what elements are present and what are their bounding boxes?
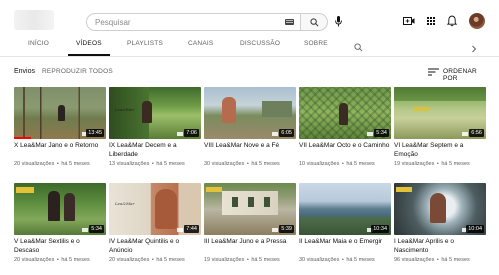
bell-icon	[446, 15, 458, 27]
video-meta: 20 visualizações • há 5 meses	[14, 161, 90, 167]
video-duration: 13:45	[86, 129, 104, 137]
video-meta: 20 visualizações • há 5 meses	[109, 257, 185, 263]
video-title[interactable]: X Lea&Mar Jano e o Retorno	[14, 142, 106, 159]
video-card[interactable]: 10:04 I Lea&Mar Aprilis e o Nascimento 9…	[394, 183, 486, 263]
captions-badge	[272, 228, 278, 232]
captions-badge	[82, 228, 88, 232]
account-avatar[interactable]	[469, 13, 485, 29]
video-card[interactable]: Lea&Mar 7:06 IX Lea&Mar Decem e a Liberd…	[109, 87, 201, 167]
tab-canais[interactable]: CANAIS	[188, 40, 213, 47]
tab-sobre[interactable]: SOBRE	[304, 40, 328, 47]
voice-search-button[interactable]	[331, 14, 347, 30]
video-duration: 7:44	[184, 225, 199, 233]
video-card[interactable]: 5:34 V Lea&Mar Sextilis e o Descaso 20 v…	[14, 183, 106, 263]
video-duration: 10:34	[371, 225, 389, 233]
apps-button[interactable]	[424, 14, 438, 28]
masthead	[0, 0, 499, 38]
search-box[interactable]	[86, 13, 300, 31]
video-title[interactable]: VIII Lea&Mar Nove e a Fé	[204, 142, 296, 159]
video-title[interactable]: IX Lea&Mar Decem e a Liberdade	[109, 142, 201, 159]
logo[interactable]	[14, 10, 54, 30]
sort-label: ORDENAR POR	[443, 68, 477, 82]
video-card[interactable]: 5:34 VII Lea&Mar Octo e o Caminho 10 vis…	[299, 87, 391, 167]
captions-badge	[177, 228, 183, 232]
apps-grid-icon	[427, 17, 435, 25]
captions-badge	[272, 132, 278, 136]
video-card[interactable]: 10:34 II Lea&Mar Maia e o Emergir 30 vis…	[299, 183, 391, 263]
tab-discussao[interactable]: DISCUSSÃO	[240, 40, 280, 47]
video-title[interactable]: III Lea&Mar Juno e a Pressa	[204, 238, 296, 255]
create-video-icon	[403, 17, 415, 25]
search-button[interactable]	[300, 13, 328, 31]
create-video-button[interactable]	[402, 14, 416, 28]
play-all-button[interactable]: REPRODUZIR TODOS	[42, 68, 113, 75]
captions-badge	[462, 132, 468, 136]
video-title[interactable]: I Lea&Mar Aprilis e o Nascimento	[394, 238, 486, 255]
notifications-button[interactable]	[445, 14, 459, 28]
video-meta: 30 visualizações • há 5 meses	[204, 161, 280, 167]
video-meta: 10 visualizações • há 5 meses	[299, 161, 375, 167]
video-thumbnail[interactable]: Lea&Mar 7:44	[109, 183, 201, 235]
video-thumbnail[interactable]: Lea&Mar 7:06	[109, 87, 201, 139]
video-thumbnail[interactable]: 5:34	[14, 183, 106, 235]
section-title: Envios	[14, 68, 36, 75]
video-thumbnail[interactable]: 5:34	[299, 87, 391, 139]
video-duration: 10:04	[466, 225, 484, 233]
video-meta: 13 visualizações • há 5 meses	[109, 161, 185, 167]
video-title[interactable]: V Lea&Mar Sextilis e o Descaso	[14, 238, 106, 255]
video-card[interactable]: 5:39 III Lea&Mar Juno e a Pressa 19 visu…	[204, 183, 296, 263]
video-meta: 20 visualizações • há 5 meses	[14, 257, 90, 263]
video-title[interactable]: IV Lea&Mar Quintilis e o Anúncio	[109, 238, 201, 255]
video-thumbnail[interactable]: 10:34	[299, 183, 391, 235]
video-thumbnail[interactable]: 13:45	[14, 87, 106, 139]
sort-button[interactable]: ORDENAR POR	[428, 66, 490, 82]
captions-badge	[177, 132, 183, 136]
sort-icon	[428, 68, 439, 76]
watch-progress-bar	[14, 137, 31, 139]
tabs-divider	[0, 56, 499, 57]
video-title[interactable]: VI Lea&Mar Septem e a Emoção	[394, 142, 486, 159]
video-title[interactable]: II Lea&Mar Maia e o Emergir	[299, 238, 391, 255]
video-card[interactable]: 6:05 VIII Lea&Mar Nove e a Fé 30 visuali…	[204, 87, 296, 167]
tab-search-icon	[354, 43, 363, 52]
video-duration: 7:06	[184, 129, 199, 137]
video-meta: 96 visualizações • há 5 meses	[394, 257, 470, 263]
chevron-right-icon	[472, 45, 477, 53]
mic-icon	[335, 16, 342, 27]
video-duration: 6:05	[279, 129, 294, 137]
channel-tabs: INÍCIO VÍDEOS PLAYLISTS CANAIS DISCUSSÃO…	[0, 36, 499, 56]
tab-playlists[interactable]: PLAYLISTS	[127, 40, 163, 47]
video-thumbnail[interactable]: 5:39	[204, 183, 296, 235]
captions-badge	[367, 132, 373, 136]
video-card[interactable]: Lea&Mar 7:44 IV Lea&Mar Quintilis e o An…	[109, 183, 201, 263]
video-thumbnail[interactable]: 6:05	[204, 87, 296, 139]
video-duration: 5:34	[89, 225, 104, 233]
search-icon	[310, 18, 319, 27]
video-duration: 5:34	[374, 129, 389, 137]
video-card[interactable]: 13:45 X Lea&Mar Jano e o Retorno 20 visu…	[14, 87, 106, 167]
keyboard-icon[interactable]	[285, 19, 294, 25]
video-title[interactable]: VII Lea&Mar Octo e o Caminho	[299, 142, 391, 159]
video-duration: 5:39	[279, 225, 294, 233]
video-duration: 6:56	[469, 129, 484, 137]
video-meta: 30 visualizações • há 5 meses	[299, 257, 375, 263]
tab-videos[interactable]: VÍDEOS	[76, 40, 102, 47]
video-thumbnail[interactable]: 10:04	[394, 183, 486, 235]
video-card[interactable]: 6:56 VI Lea&Mar Septem e a Emoção 19 vis…	[394, 87, 486, 167]
tab-inicio[interactable]: INÍCIO	[28, 40, 49, 47]
video-meta: 19 visualizações • há 5 meses	[394, 161, 470, 167]
search-input[interactable]	[95, 16, 275, 29]
video-meta: 19 visualizações • há 5 meses	[204, 257, 280, 263]
tab-search-button[interactable]	[354, 39, 363, 57]
video-thumbnail[interactable]: 6:56	[394, 87, 486, 139]
